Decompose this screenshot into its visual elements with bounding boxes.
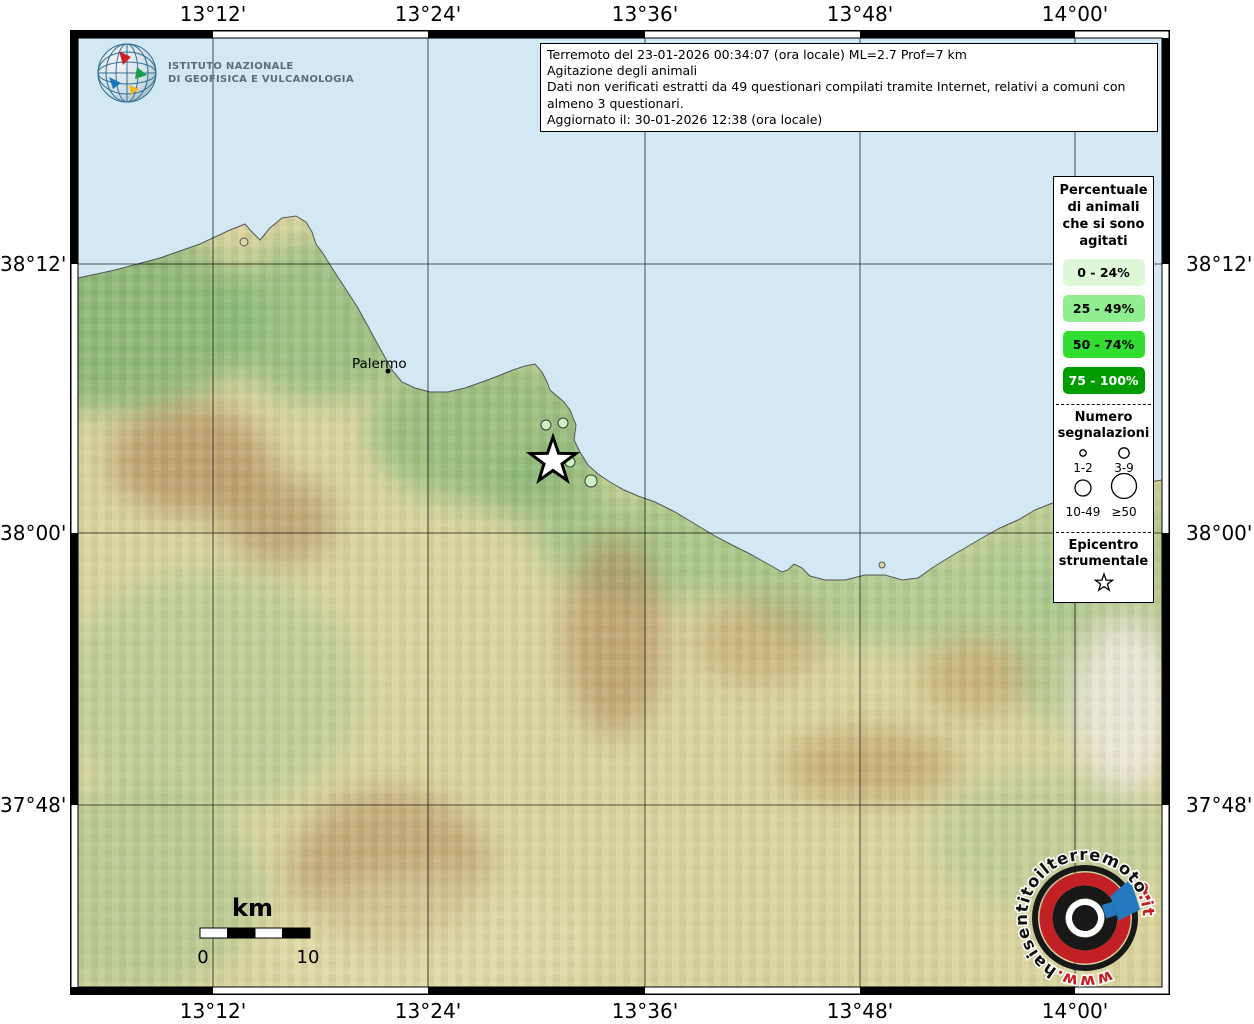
lat-label-left-2: 37°48' bbox=[0, 793, 66, 817]
signal-label-1-2: 1-2 bbox=[1073, 461, 1093, 475]
report-point bbox=[558, 418, 568, 428]
legend-class-label: 25 - 49% bbox=[1073, 301, 1134, 316]
signal-size-key: 1-2 3-9 10-49 ≥50 bbox=[1056, 444, 1151, 522]
epicenter-key-star-icon bbox=[1091, 572, 1117, 596]
signal-label-3-9: 3-9 bbox=[1114, 461, 1134, 475]
event-updated: Aggiornato il: 30-01-2026 12:38 (ora loc… bbox=[547, 112, 1151, 128]
event-title: Terremoto del 23-01-2026 00:34:07 (ora l… bbox=[547, 47, 1151, 63]
legend-class-swatch-0: 0 - 24% bbox=[1063, 259, 1145, 286]
city-label: Palermo bbox=[352, 356, 407, 372]
scale-end: 10 bbox=[297, 947, 320, 968]
lat-label-left-1: 38°00' bbox=[0, 521, 66, 545]
lon-label-bottom-1: 13°24' bbox=[383, 999, 473, 1023]
legend-class-swatch-2: 50 - 74% bbox=[1063, 331, 1145, 358]
lon-label-top-3: 13°48' bbox=[815, 2, 905, 26]
report-point bbox=[541, 420, 551, 430]
signal-label-10-49: 10-49 bbox=[1066, 505, 1101, 519]
event-disclaimer: Dati non verificati estratti da 49 quest… bbox=[547, 79, 1151, 111]
islet bbox=[240, 238, 248, 246]
scale-start: 0 bbox=[197, 947, 208, 968]
lon-label-bottom-2: 13°36' bbox=[600, 999, 690, 1023]
ingv-name-line2: DI GEOFISICA E VULCANOLOGIA bbox=[168, 73, 354, 86]
legend-title: Percentuale di animali che si sono agita… bbox=[1054, 177, 1153, 250]
lon-label-top-2: 13°36' bbox=[600, 2, 690, 26]
signal-circle-medium-icon bbox=[1119, 448, 1129, 458]
signal-circle-small-icon bbox=[1080, 450, 1086, 456]
legend-class-swatch-1: 25 - 49% bbox=[1063, 295, 1145, 322]
lat-label-right-2: 37°48' bbox=[1186, 793, 1254, 817]
islet bbox=[879, 562, 885, 568]
ingv-name-line1: ISTITUTO NAZIONALE bbox=[168, 60, 354, 73]
signal-label-50: ≥50 bbox=[1111, 505, 1136, 519]
report-point bbox=[585, 475, 597, 487]
lon-label-bottom-4: 14°00' bbox=[1030, 999, 1120, 1023]
signal-circle-large-icon bbox=[1075, 480, 1091, 496]
legend-class-swatch-3: 75 - 100% bbox=[1063, 367, 1145, 394]
lon-label-top-0: 13°12' bbox=[168, 2, 258, 26]
legend-signals-title: Numero segnalazioni bbox=[1054, 407, 1153, 442]
lon-label-bottom-3: 13°48' bbox=[815, 999, 905, 1023]
lat-label-left-0: 38°12' bbox=[0, 252, 66, 276]
legend: Percentuale di animali che si sono agita… bbox=[1053, 176, 1154, 603]
scale-unit: km bbox=[232, 894, 273, 922]
lat-label-right-0: 38°12' bbox=[1186, 252, 1254, 276]
lon-label-top-4: 14°00' bbox=[1030, 2, 1120, 26]
legend-class-label: 50 - 74% bbox=[1073, 337, 1134, 352]
lon-label-top-1: 13°24' bbox=[383, 2, 473, 26]
event-info-box: Terremoto del 23-01-2026 00:34:07 (ora l… bbox=[540, 43, 1158, 132]
city-palermo: Palermo bbox=[352, 356, 407, 374]
lat-label-right-1: 38°00' bbox=[1186, 521, 1254, 545]
legend-epicenter-title: Epicentro strumentale bbox=[1054, 535, 1153, 570]
ingv-globe-icon bbox=[96, 42, 158, 104]
legend-class-label: 0 - 24% bbox=[1077, 265, 1130, 280]
legend-divider bbox=[1056, 532, 1151, 533]
signal-circle-xlarge-icon bbox=[1112, 474, 1137, 499]
lon-label-bottom-0: 13°12' bbox=[168, 999, 258, 1023]
legend-divider bbox=[1056, 404, 1151, 405]
legend-class-label: 75 - 100% bbox=[1069, 373, 1139, 388]
map-canvas: Palermo km 0 10 bbox=[70, 30, 1170, 995]
ingv-logo: ISTITUTO NAZIONALE DI GEOFISICA E VULCAN… bbox=[96, 42, 354, 104]
event-subtitle: Agitazione degli animali bbox=[547, 63, 1151, 79]
